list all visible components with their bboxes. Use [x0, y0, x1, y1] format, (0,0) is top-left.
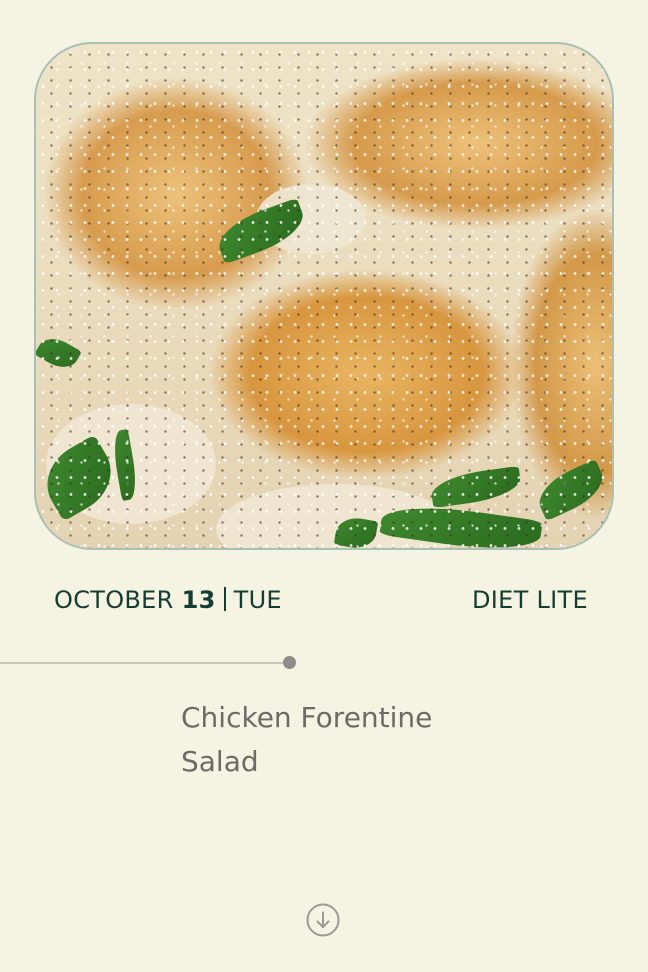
- meal-date: OCTOBER 13 TUE: [54, 586, 282, 614]
- meal-photo[interactable]: [34, 42, 614, 550]
- photo-detail: [36, 44, 612, 548]
- date-month: OCTOBER: [54, 586, 174, 614]
- arrow-down-circle-icon: [306, 903, 340, 937]
- diet-plan-label: DIET LITE: [472, 586, 588, 614]
- timeline-line: [0, 662, 286, 664]
- timeline-marker: [283, 656, 296, 669]
- meal-title: Chicken Forentine Salad: [181, 696, 481, 784]
- scroll-down-button[interactable]: [306, 903, 340, 937]
- date-weekday: TUE: [233, 586, 282, 614]
- meal-title-line: Salad: [181, 745, 259, 778]
- date-day: 13: [181, 586, 216, 614]
- meal-title-line: Chicken Forentine: [181, 701, 433, 734]
- date-divider: [223, 587, 226, 611]
- meal-meta-row: OCTOBER 13 TUE DIET LITE: [54, 586, 588, 620]
